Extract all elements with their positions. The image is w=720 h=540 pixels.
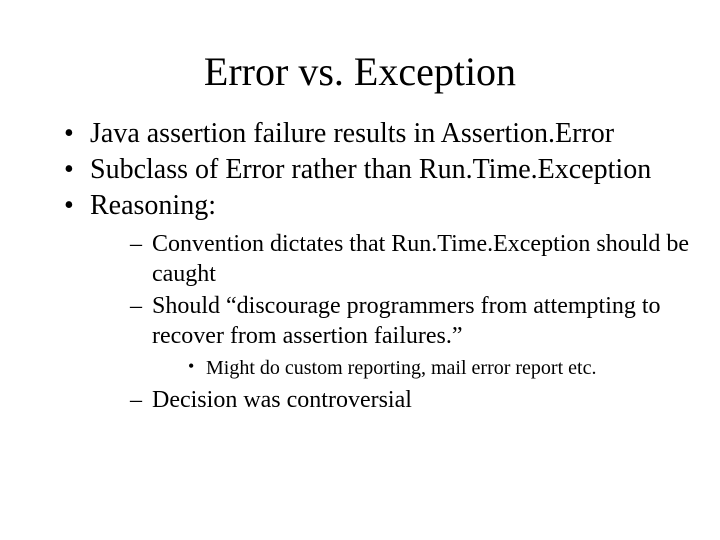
sub-bullet-item: Should “discourage programmers from atte… <box>130 291 690 381</box>
bullet-text: Reasoning: <box>90 190 216 221</box>
slide-title: Error vs. Exception <box>30 48 690 95</box>
sub-bullet-text: Convention dictates that Run.Time.Except… <box>152 231 689 287</box>
sub-sub-bullet-text: Might do custom reporting, mail error re… <box>206 357 596 379</box>
sub-sub-bullet-list: Might do custom reporting, mail error re… <box>152 355 690 381</box>
sub-bullet-list: Convention dictates that Run.Time.Except… <box>90 229 690 415</box>
sub-bullet-text: Decision was controversial <box>152 387 412 413</box>
sub-bullet-item: Convention dictates that Run.Time.Except… <box>130 229 690 289</box>
bullet-item: Subclass of Error rather than Run.Time.E… <box>64 153 690 187</box>
bullet-item: Java assertion failure results in Assert… <box>64 117 690 151</box>
bullet-item: Reasoning: Convention dictates that Run.… <box>64 189 690 415</box>
sub-bullet-item: Decision was controversial <box>130 385 690 415</box>
bullet-text: Subclass of Error rather than Run.Time.E… <box>90 154 651 185</box>
sub-sub-bullet-item: Might do custom reporting, mail error re… <box>188 355 690 381</box>
bullet-text: Java assertion failure results in Assert… <box>90 118 614 149</box>
slide: Error vs. Exception Java assertion failu… <box>0 0 720 540</box>
sub-bullet-text: Should “discourage programmers from atte… <box>152 293 661 349</box>
bullet-list: Java assertion failure results in Assert… <box>30 117 690 415</box>
